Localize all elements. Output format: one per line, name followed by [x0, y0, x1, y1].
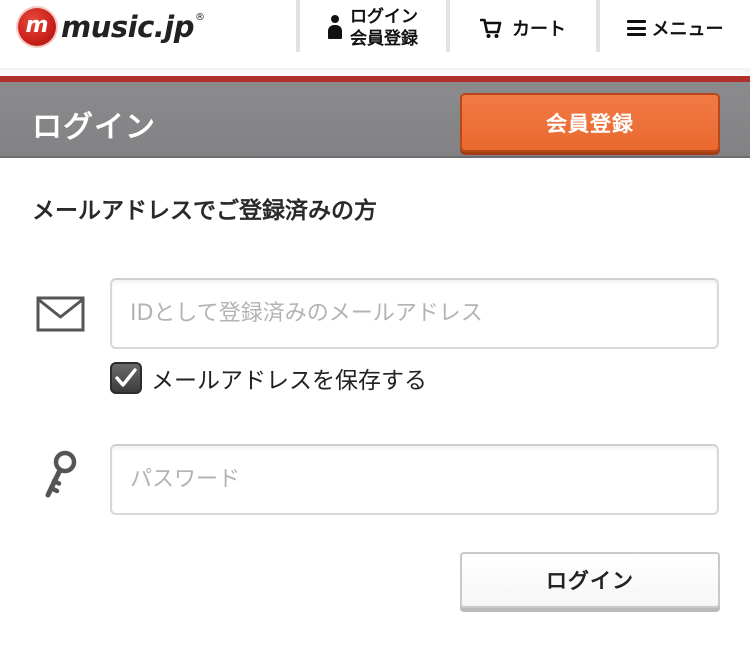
page-title: ログイン [32, 110, 156, 145]
logo-badge-icon: m [18, 8, 56, 46]
remember-email-checkbox-row[interactable]: メールアドレスを保存する [110, 361, 427, 395]
nav-login-label: ログイン [350, 7, 418, 27]
logo-wordmark: music.jp [61, 10, 194, 44]
login-submit-button[interactable]: ログイン [460, 552, 720, 608]
cart-icon [480, 18, 502, 38]
logo-badge-letter: m [25, 13, 49, 38]
header-shadow [0, 68, 750, 76]
password-input[interactable] [110, 444, 719, 515]
site-header: m music.jp® ログイン 会員登録 カート メニュー [0, 0, 750, 70]
login-section-heading: メールアドレスでご登録済みの方 [32, 198, 377, 224]
nav-register-label: 会員登録 [350, 29, 418, 49]
nav-cart-button[interactable]: カート [450, 0, 596, 56]
nav-login-register-button[interactable]: ログイン 会員登録 [300, 0, 446, 56]
site-logo[interactable]: m music.jp® [18, 7, 205, 47]
nav-menu-button[interactable]: メニュー [600, 0, 750, 56]
hamburger-menu-icon [626, 20, 646, 36]
member-register-button[interactable]: 会員登録 [460, 93, 720, 152]
logo-text: music.jp® [61, 10, 205, 44]
remember-email-label: メールアドレスを保存する [151, 368, 427, 394]
key-icon [45, 450, 77, 498]
nav-cart-label: カート [512, 19, 566, 40]
mail-icon [36, 296, 85, 332]
nav-menu-label: メニュー [651, 19, 724, 40]
page-title-bar: ログイン 会員登録 [0, 82, 750, 158]
checkmark-icon [115, 368, 137, 387]
remember-email-checkbox[interactable] [110, 362, 142, 394]
person-icon [328, 15, 342, 41]
logo-registered-mark: ® [194, 12, 205, 23]
email-input[interactable] [110, 278, 719, 349]
